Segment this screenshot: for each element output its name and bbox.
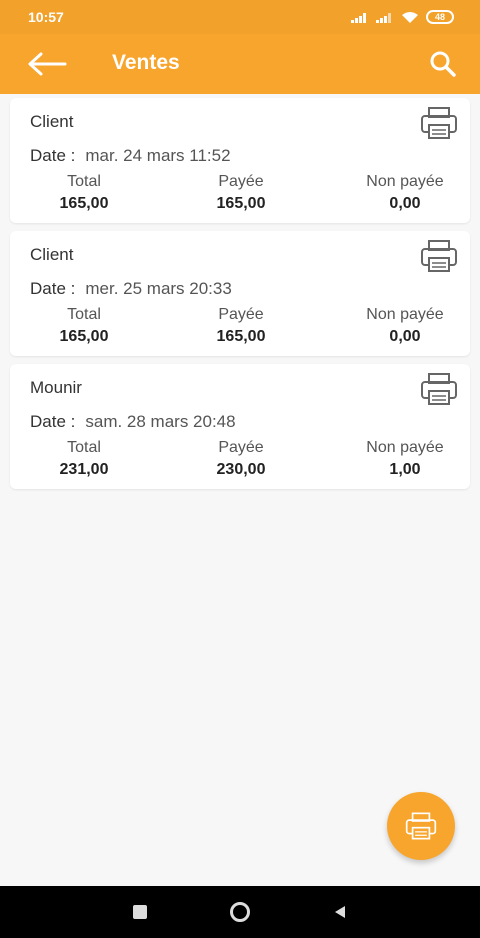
printer-icon — [405, 812, 437, 840]
non-payee-label: Non payée — [366, 439, 444, 456]
back-nav-button[interactable] — [328, 900, 352, 924]
home-button[interactable] — [228, 900, 252, 924]
payee-label: Payée — [218, 306, 264, 323]
sale-client: Client — [30, 245, 74, 264]
sale-card[interactable]: Mounir Date : sam. 28 mars 20:48 Total 23… — [10, 364, 470, 489]
total-label: Total — [67, 306, 101, 323]
circle-icon — [230, 902, 250, 922]
sale-date: mar. 24 mars 11:52 — [85, 146, 231, 165]
status-bar: 10:57 48 — [0, 0, 480, 34]
payee-column: Payée 165,00 — [201, 306, 281, 346]
non-payee-value: 1,00 — [389, 461, 421, 478]
total-column: Total 165,00 — [44, 306, 124, 346]
sale-date: sam. 28 mars 20:48 — [85, 412, 236, 431]
sale-date-row: Date : mar. 24 mars 11:52 — [30, 146, 470, 166]
sale-client: Client — [30, 112, 74, 131]
back-button[interactable] — [24, 46, 70, 82]
printer-icon[interactable] — [420, 106, 458, 140]
arrow-left-icon — [28, 52, 67, 76]
status-time: 10:57 — [28, 9, 64, 25]
date-label: Date : — [30, 412, 76, 431]
non-payee-value: 0,00 — [389, 328, 421, 345]
non-payee-label: Non payée — [366, 306, 444, 323]
search-button[interactable] — [424, 45, 462, 83]
sale-date-row: Date : sam. 28 mars 20:48 — [30, 412, 470, 432]
payee-value: 165,00 — [216, 328, 266, 345]
date-label: Date : — [30, 279, 76, 298]
payee-value: 165,00 — [216, 195, 266, 212]
total-value: 165,00 — [59, 328, 109, 345]
sale-card[interactable]: Client Date : mer. 25 mars 20:33 Total 16… — [10, 231, 470, 356]
page-title: Ventes — [112, 51, 180, 74]
date-label: Date : — [30, 146, 76, 165]
triangle-back-icon — [335, 906, 345, 918]
non-payee-label: Non payée — [366, 173, 444, 190]
status-icons: 48 — [351, 10, 454, 24]
non-payee-column: Non payée 0,00 — [355, 306, 455, 346]
wifi-icon — [402, 11, 418, 23]
recents-button[interactable] — [128, 900, 152, 924]
battery-icon: 48 — [426, 10, 454, 24]
print-all-fab[interactable] — [387, 792, 455, 860]
non-payee-column: Non payée 1,00 — [355, 439, 455, 479]
sale-client: Mounir — [30, 378, 82, 397]
sale-date: mer. 25 mars 20:33 — [85, 279, 232, 298]
total-value: 165,00 — [59, 195, 109, 212]
total-label: Total — [67, 439, 101, 456]
app-bar: Ventes — [0, 34, 480, 94]
payee-column: Payée 230,00 — [201, 439, 281, 479]
total-column: Total 231,00 — [44, 439, 124, 479]
printer-icon[interactable] — [420, 239, 458, 273]
non-payee-column: Non payée 0,00 — [355, 173, 455, 213]
total-column: Total 165,00 — [44, 173, 124, 213]
payee-label: Payée — [218, 439, 264, 456]
sale-card[interactable]: Client Date : mar. 24 mars 11:52 Total 16… — [10, 98, 470, 223]
sales-list: Client Date : mar. 24 mars 11:52 Total 16… — [10, 98, 470, 497]
system-nav-bar — [0, 886, 480, 938]
square-icon — [133, 905, 147, 919]
non-payee-value: 0,00 — [389, 195, 421, 212]
total-value: 231,00 — [59, 461, 109, 478]
signal-icon — [351, 13, 366, 23]
sale-date-row: Date : mer. 25 mars 20:33 — [30, 279, 470, 299]
battery-level: 48 — [434, 12, 445, 22]
total-label: Total — [67, 173, 101, 190]
signal-icon — [376, 13, 391, 23]
payee-value: 230,00 — [216, 461, 266, 478]
payee-column: Payée 165,00 — [201, 173, 281, 213]
printer-icon[interactable] — [420, 372, 458, 406]
payee-label: Payée — [218, 173, 264, 190]
search-icon — [430, 51, 456, 77]
